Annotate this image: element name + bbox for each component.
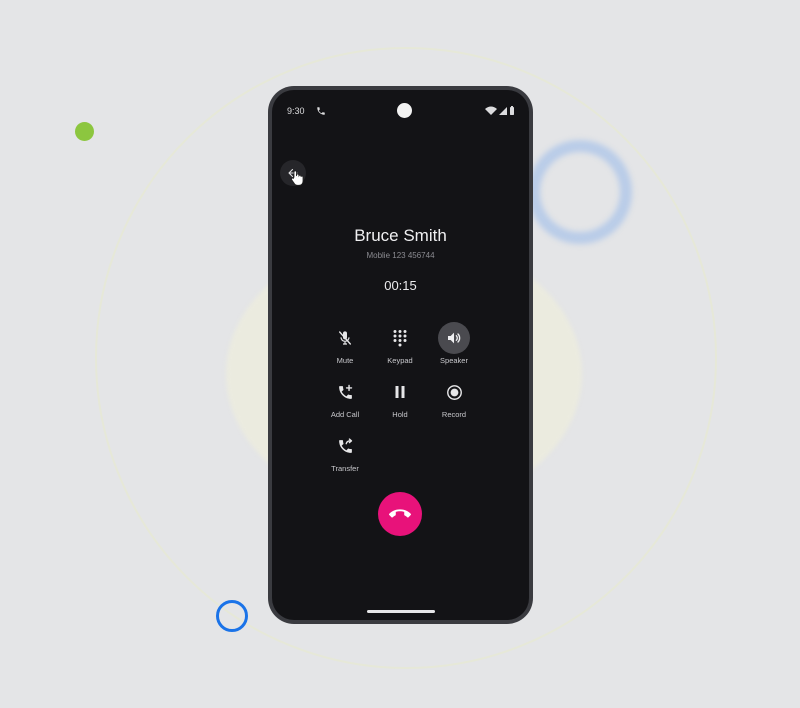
add-call-button[interactable]: Add Call bbox=[315, 376, 375, 419]
speaker-icon-wrap bbox=[438, 322, 470, 354]
hold-button[interactable]: Hold bbox=[370, 376, 430, 419]
call-end-icon bbox=[389, 509, 411, 518]
battery-icon bbox=[510, 106, 514, 115]
keypad-label: Keypad bbox=[387, 356, 413, 365]
decorative-green-dot bbox=[75, 122, 94, 141]
record-button[interactable]: Record bbox=[424, 376, 484, 419]
volume-icon bbox=[448, 332, 461, 344]
end-call-button[interactable] bbox=[378, 492, 422, 536]
mic-off-icon bbox=[339, 331, 351, 345]
record-icon-wrap bbox=[438, 376, 470, 408]
status-icons bbox=[485, 106, 514, 115]
speaker-button[interactable]: Speaker bbox=[424, 322, 484, 365]
caller-number: Moblie 123 456744 bbox=[366, 251, 435, 260]
phone-frame: 9:30 Bruce Smith Moblie 123 456744 00:15… bbox=[268, 86, 533, 624]
decorative-ring-blurred bbox=[528, 140, 632, 244]
add-call-icon-wrap bbox=[329, 376, 361, 408]
record-icon bbox=[446, 384, 462, 400]
transfer-button[interactable]: Transfer bbox=[315, 430, 375, 473]
front-camera bbox=[397, 103, 412, 118]
wifi-icon bbox=[485, 106, 497, 115]
mute-icon-wrap bbox=[329, 322, 361, 354]
mute-label: Mute bbox=[336, 356, 354, 365]
cursor-hand-icon bbox=[291, 170, 304, 186]
keypad-button[interactable]: Keypad bbox=[370, 322, 430, 365]
pause-icon bbox=[395, 386, 405, 398]
transfer-label: Transfer bbox=[331, 464, 359, 473]
hold-icon-wrap bbox=[384, 376, 416, 408]
signal-icon bbox=[499, 107, 507, 115]
keypad-icon-wrap bbox=[384, 322, 416, 354]
decorative-blue-ring bbox=[216, 600, 248, 632]
transfer-icon-wrap bbox=[329, 430, 361, 462]
dialpad-icon bbox=[393, 330, 407, 347]
phone-icon bbox=[317, 107, 325, 115]
mute-button[interactable]: Mute bbox=[315, 322, 375, 365]
home-indicator[interactable] bbox=[367, 610, 435, 613]
add-call-icon bbox=[338, 384, 352, 399]
speaker-label: Speaker bbox=[440, 356, 468, 365]
status-time: 9:30 bbox=[287, 106, 305, 116]
add-call-label: Add Call bbox=[330, 410, 360, 419]
hold-label: Hold bbox=[392, 410, 408, 419]
caller-name: Bruce Smith bbox=[354, 226, 447, 245]
call-screen: 9:30 Bruce Smith Moblie 123 456744 00:15… bbox=[272, 90, 529, 620]
transfer-call-icon bbox=[338, 437, 352, 453]
record-label: Record bbox=[441, 410, 467, 419]
call-timer: 00:15 bbox=[384, 278, 417, 293]
